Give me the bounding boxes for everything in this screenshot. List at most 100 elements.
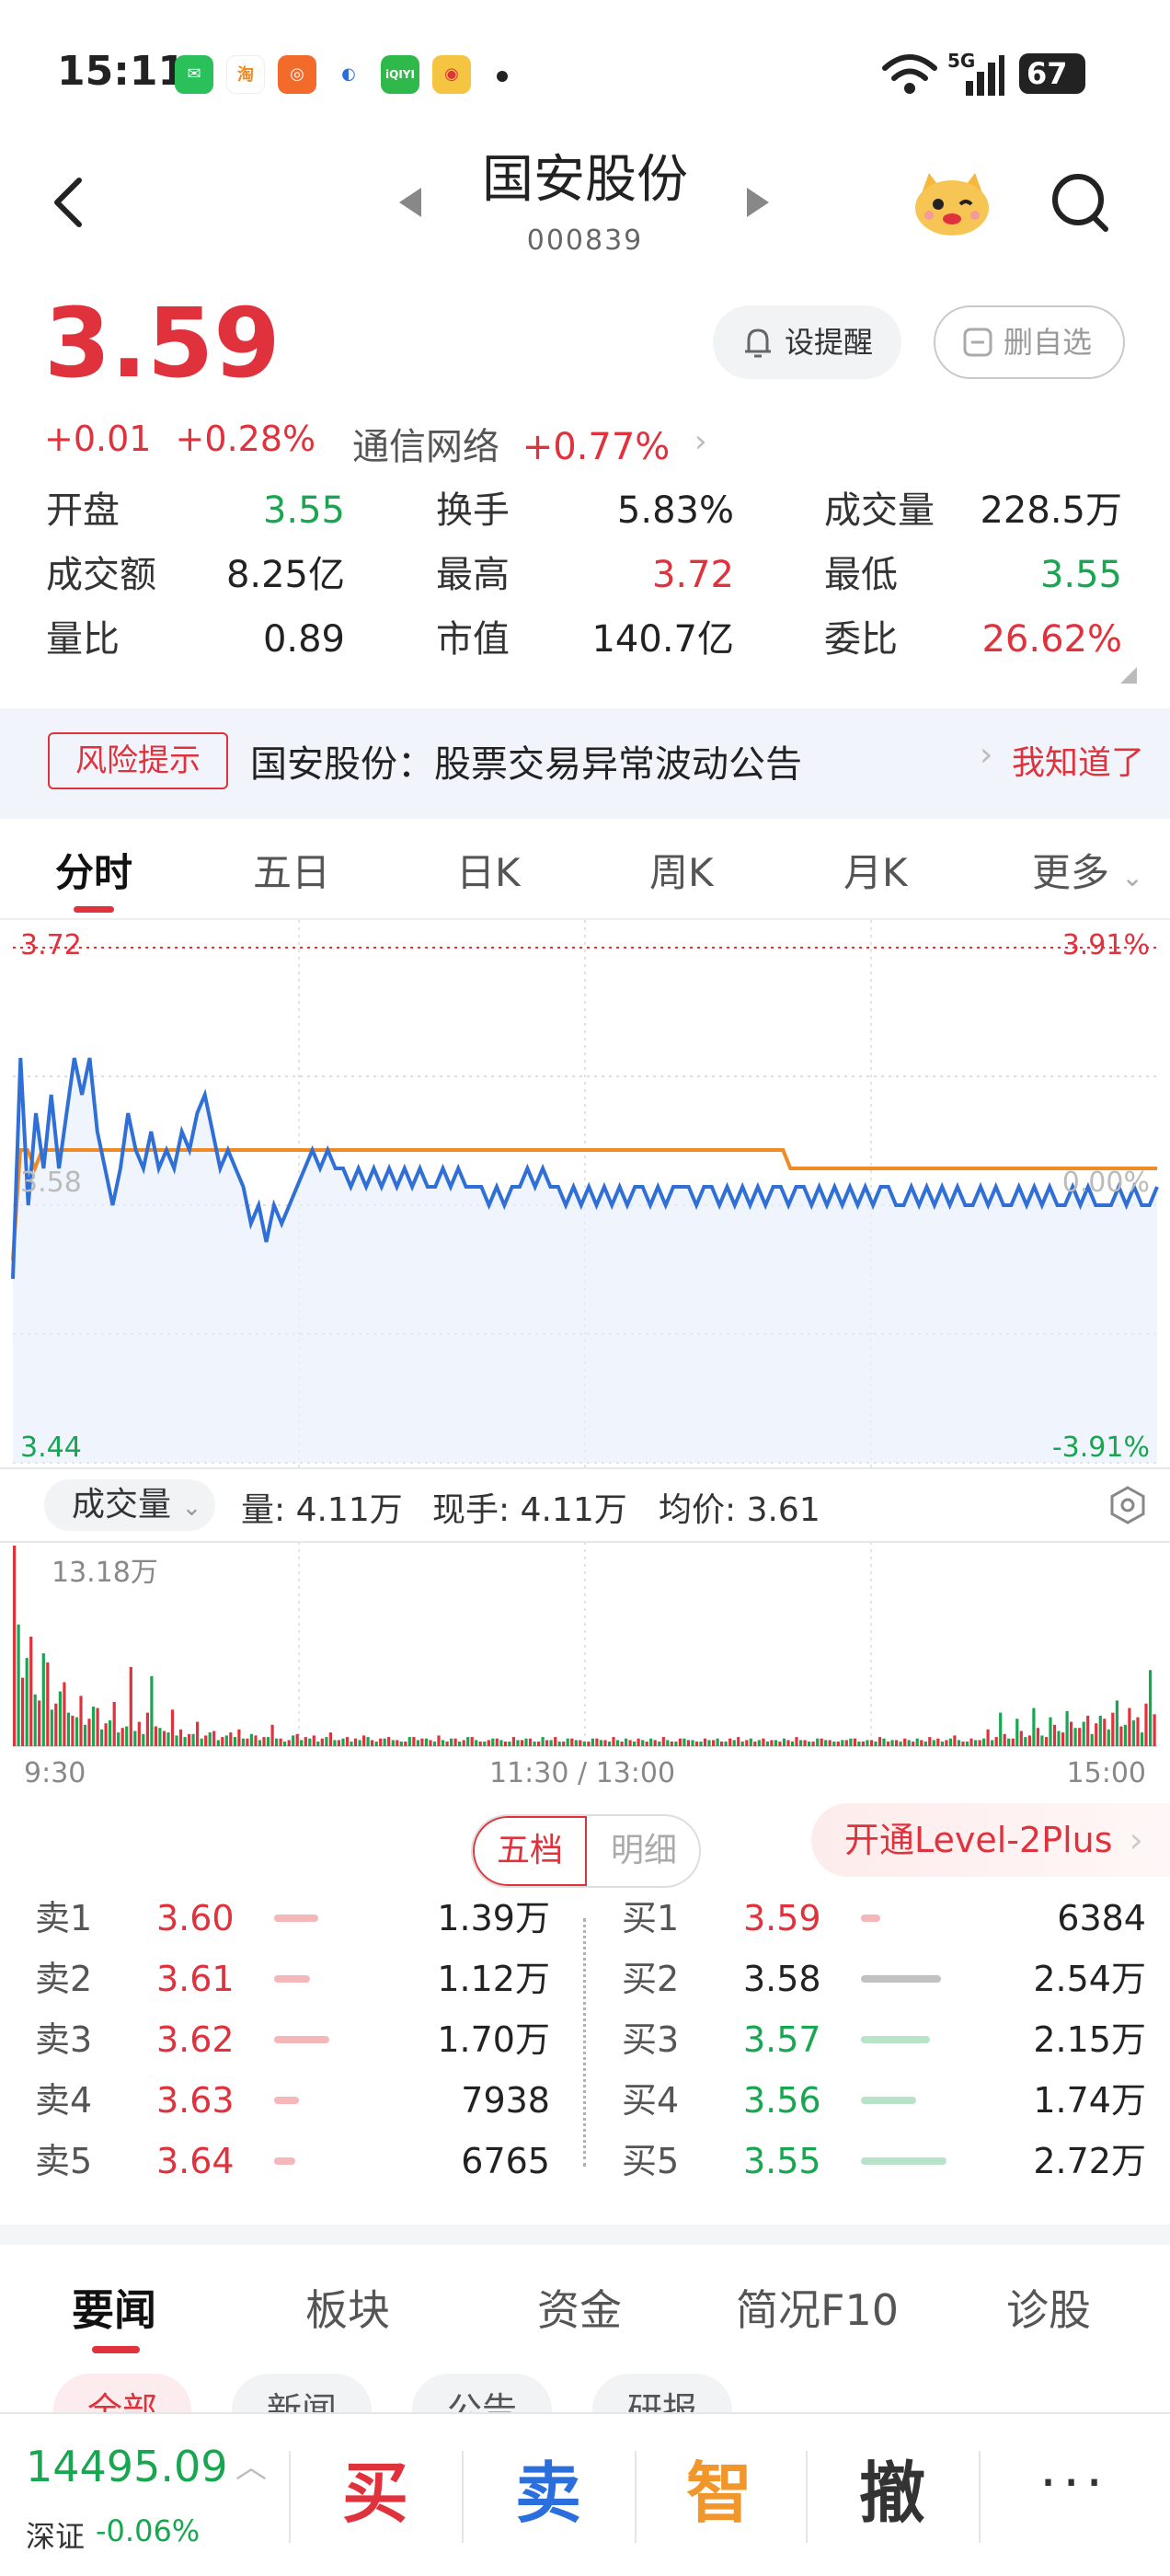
buy-level-row[interactable]: 买5 3.55 2.72万 xyxy=(622,2131,1146,2191)
sell-level-depth-bar xyxy=(274,2157,295,2165)
volume-bar xyxy=(691,1740,694,1746)
set-alert-button[interactable]: 设提醒 xyxy=(713,305,901,379)
volume-bar xyxy=(516,1740,520,1746)
volume-grid xyxy=(13,1542,1157,1747)
volume-bar xyxy=(923,1742,927,1746)
buy-level-label: 买3 xyxy=(622,2019,680,2060)
volume-bar xyxy=(762,1738,765,1746)
volume-bar xyxy=(379,1738,383,1746)
mascot-icon[interactable] xyxy=(911,166,993,239)
sell-level-label: 卖5 xyxy=(35,2141,93,2181)
volume-bar xyxy=(133,1731,137,1746)
volume-bar xyxy=(841,1740,844,1746)
sell-level-row[interactable]: 卖1 3.60 1.39万 xyxy=(35,1888,550,1949)
sector-link[interactable]: 通信网络 +0.77% xyxy=(352,417,670,470)
volume-bar xyxy=(29,1636,33,1746)
indicator-selector[interactable]: 成交量 ⌄ xyxy=(44,1479,215,1531)
volume-bar xyxy=(1044,1737,1049,1746)
volume-bar xyxy=(599,1740,602,1746)
tab-month-k[interactable]: 月K xyxy=(843,842,908,898)
buy-level-price: 3.58 xyxy=(743,1959,821,1999)
buy-level-label: 买4 xyxy=(622,2080,680,2121)
tab-intraday[interactable]: 分时 xyxy=(55,842,132,898)
tab-diagnose[interactable]: 诊股 xyxy=(1006,2277,1091,2338)
battery-level: 67 xyxy=(1027,56,1068,91)
price-axis-top: 3.72 xyxy=(20,929,82,961)
signal-icon xyxy=(966,55,1004,96)
volume-bar xyxy=(765,1742,769,1746)
volume-bar xyxy=(836,1742,840,1746)
expand-corner-icon[interactable] xyxy=(1120,667,1137,684)
volume-bar xyxy=(612,1737,615,1746)
buy-level-row[interactable]: 买4 3.56 1.74万 xyxy=(622,2070,1146,2131)
volume-bar xyxy=(1095,1723,1098,1746)
sell-level-row[interactable]: 卖2 3.61 1.12万 xyxy=(35,1949,550,2009)
volume-bar xyxy=(374,1742,378,1746)
tab-funds[interactable]: 资金 xyxy=(537,2277,622,2338)
settings-hex-icon[interactable] xyxy=(1107,1485,1148,1525)
volume-bar xyxy=(961,1742,965,1746)
buy-button[interactable]: 买 xyxy=(329,2447,421,2539)
tab-week-k[interactable]: 周K xyxy=(649,842,714,898)
status-bar: 15:11 ✉ 淘 ◎ ◐ iQIYI ◉ 5G 67 xyxy=(0,0,1170,147)
indicator-selector-label: 成交量 xyxy=(72,1486,172,1524)
more-menu-icon[interactable]: ··· xyxy=(1039,2451,1108,2515)
current-hand-info: 现手: 4.11万 xyxy=(432,1491,627,1529)
battery-icon: 67 xyxy=(1019,53,1085,94)
next-stock-icon[interactable] xyxy=(743,186,773,219)
volume-bar xyxy=(820,1738,823,1746)
chevron-up-icon[interactable]: ︿ xyxy=(235,2442,267,2487)
risk-banner[interactable]: 风险提示 国安股份：股票交易异常波动公告 › 我知道了 xyxy=(0,708,1170,819)
volume-bar xyxy=(994,1737,998,1746)
volume-bar xyxy=(17,1624,20,1746)
volume-bar xyxy=(178,1729,183,1746)
volume-bar xyxy=(1011,1738,1015,1746)
volume-bar xyxy=(1115,1700,1118,1746)
segment-five-levels[interactable]: 五档 xyxy=(473,1816,587,1886)
volume-bar xyxy=(13,1546,17,1746)
intraday-chart[interactable] xyxy=(0,920,1170,1785)
remove-favorite-button[interactable]: 删自选 xyxy=(934,305,1125,379)
tab-more[interactable]: 更多 ⌄ xyxy=(1032,842,1143,898)
sell-level-volume: 1.39万 xyxy=(437,1898,550,1938)
volume-bar xyxy=(125,1726,129,1746)
volume-bar xyxy=(615,1740,620,1746)
volume-bar xyxy=(258,1740,262,1746)
volume-bar xyxy=(557,1742,561,1746)
tab-day-k[interactable]: 日K xyxy=(456,842,521,898)
buy-level-row[interactable]: 买2 3.58 2.54万 xyxy=(622,1949,1146,2009)
sell-level-row[interactable]: 卖4 3.63 7938 xyxy=(35,2070,550,2131)
sell-button[interactable]: 卖 xyxy=(502,2447,594,2539)
tab-five-day[interactable]: 五日 xyxy=(253,842,330,898)
stat-value: 3.55 xyxy=(262,489,345,532)
dismiss-risk-button[interactable]: 我知道了 xyxy=(1012,736,1144,784)
volume-bar xyxy=(212,1731,216,1746)
search-icon[interactable] xyxy=(1049,170,1113,235)
volume-bar xyxy=(246,1738,249,1746)
volume-bar xyxy=(649,1738,653,1746)
buy-level-row[interactable]: 买1 3.59 6384 xyxy=(622,1888,1146,1949)
buy-level-row[interactable]: 买3 3.57 2.15万 xyxy=(622,2009,1146,2070)
index-value[interactable]: 14495.09 xyxy=(26,2442,228,2491)
cancel-order-button[interactable]: 撤 xyxy=(846,2447,938,2539)
kuaishou-icon: ◎ xyxy=(278,55,316,94)
volume-bar xyxy=(907,1740,911,1746)
stat-volume-ratio: 量比 0.89 xyxy=(46,612,345,667)
tab-f10[interactable]: 简况F10 xyxy=(736,2277,899,2338)
tab-sector[interactable]: 板块 xyxy=(305,2277,390,2338)
segment-details[interactable]: 明细 xyxy=(587,1816,699,1886)
volume-bar xyxy=(1119,1726,1123,1746)
sell-level-row[interactable]: 卖5 3.64 6765 xyxy=(35,2131,550,2191)
prev-stock-icon[interactable] xyxy=(396,186,425,219)
index-name: 深证 xyxy=(26,2519,86,2554)
volume-bar xyxy=(71,1715,75,1746)
smart-button[interactable]: 智 xyxy=(673,2447,765,2539)
sell-level-row[interactable]: 卖3 3.62 1.70万 xyxy=(35,2009,550,2070)
volume-bar xyxy=(699,1742,703,1746)
volume-bar xyxy=(533,1742,536,1746)
volume-bar xyxy=(915,1738,919,1746)
volume-bar xyxy=(811,1742,815,1746)
volume-bar xyxy=(795,1737,798,1746)
tab-news-highlights[interactable]: 要闻 xyxy=(72,2277,156,2338)
level2-upgrade-button[interactable]: 开通Level-2Plus › xyxy=(811,1803,1170,1877)
